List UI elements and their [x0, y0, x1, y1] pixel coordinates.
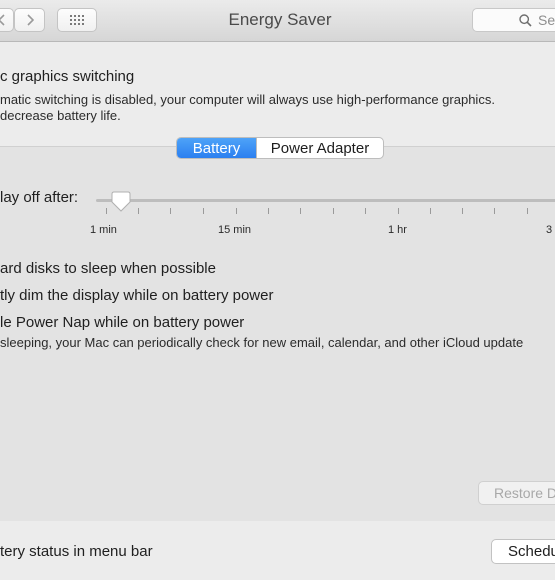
show-all-button[interactable]: [57, 8, 97, 32]
slider-tick: [430, 208, 431, 214]
settings-panel: [0, 146, 555, 521]
battery-status-checkbox[interactable]: tery status in menu bar: [0, 543, 153, 560]
slider-tick: [398, 208, 399, 214]
slider-tick: [203, 208, 204, 214]
power-source-tabs: Battery Power Adapter: [176, 137, 384, 159]
restore-defaults-button[interactable]: Restore D: [478, 481, 555, 505]
slider-tick: [236, 208, 237, 214]
tab-power-adapter[interactable]: Power Adapter: [256, 138, 383, 158]
tick-label-1-min: 1 min: [90, 224, 117, 236]
slider-tick: [300, 208, 301, 214]
power-nap-checkbox[interactable]: le Power Nap while on battery power: [0, 314, 244, 331]
search-field[interactable]: Se: [472, 8, 555, 32]
back-button[interactable]: [0, 8, 14, 32]
slider-tick: [106, 208, 107, 214]
search-text: Se: [538, 12, 555, 28]
display-sleep-slider[interactable]: [96, 199, 555, 202]
forward-button[interactable]: [14, 8, 45, 32]
slider-tick: [527, 208, 528, 214]
graphics-switching-desc-line1: matic switching is disabled, your comput…: [0, 92, 495, 107]
tick-label-3-hrs: 3: [546, 224, 553, 236]
chevron-right-icon: [26, 14, 34, 26]
graphics-switching-desc-line2: decrease battery life.: [0, 108, 121, 123]
display-sleep-label: lay off after:: [0, 189, 79, 206]
hard-disks-sleep-checkbox[interactable]: ard disks to sleep when possible: [0, 260, 216, 277]
slider-tick: [462, 208, 463, 214]
slider-thumb[interactable]: [110, 191, 132, 213]
slider-tick: [365, 208, 366, 214]
tick-label-15-min: 15 min: [218, 224, 252, 236]
slider-tick: [268, 208, 269, 214]
slider-tick: [333, 208, 334, 214]
dim-display-checkbox[interactable]: tly dim the display while on battery pow…: [0, 287, 273, 304]
slider-tick: [494, 208, 495, 214]
grid-icon: [70, 15, 84, 25]
graphics-switching-checkbox[interactable]: c graphics switching: [0, 68, 134, 85]
slider-tick: [138, 208, 139, 214]
tab-battery[interactable]: Battery: [177, 138, 256, 158]
search-icon: [519, 13, 532, 27]
power-nap-desc: sleeping, your Mac can periodically chec…: [0, 335, 524, 350]
tick-label-1-hr: 1 hr: [388, 224, 407, 236]
window-title: Energy Saver: [228, 10, 332, 29]
chevron-left-icon: [0, 14, 5, 26]
schedule-button[interactable]: Schedu: [491, 539, 555, 564]
slider-tick: [170, 208, 171, 214]
